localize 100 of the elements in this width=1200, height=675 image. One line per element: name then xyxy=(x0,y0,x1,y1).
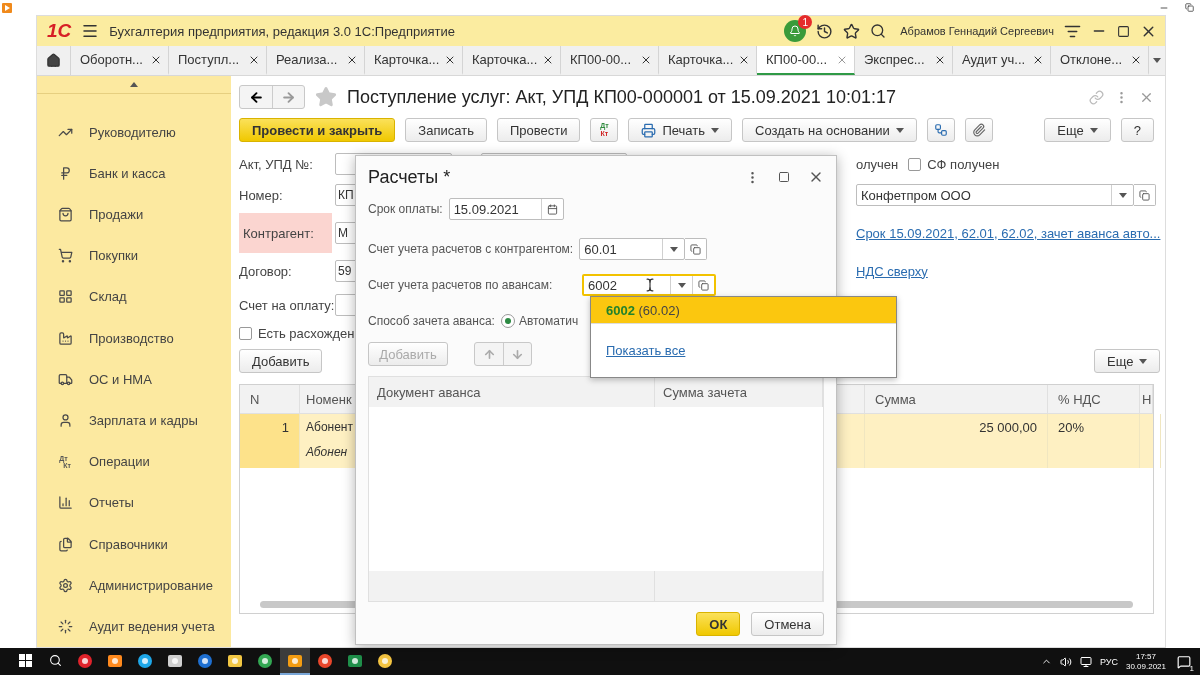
show-all-link[interactable]: Показать все xyxy=(606,343,686,358)
caret-icon xyxy=(1153,58,1161,63)
table-cell: 25 000,00 xyxy=(979,420,1037,435)
open-icon xyxy=(698,279,709,291)
maximize-icon[interactable] xyxy=(1117,24,1130,38)
post-close-button[interactable]: Провести и закрыть xyxy=(239,118,396,142)
sidebar-item[interactable]: Производство xyxy=(37,317,231,359)
field-label: Счет учета расчетов по авансам: xyxy=(368,278,554,292)
grid-icon xyxy=(57,289,73,305)
sidebar-item[interactable]: Покупки xyxy=(37,235,231,277)
vat-link[interactable]: НДС сверху xyxy=(856,263,928,279)
app-icon xyxy=(347,652,363,669)
arrow-up-icon xyxy=(482,347,496,361)
tab[interactable]: Аудит уч... xyxy=(953,46,1051,75)
bag-icon xyxy=(57,207,73,223)
arrow-down-icon xyxy=(511,347,524,361)
settings-icon xyxy=(57,577,73,593)
speaker-icon[interactable] xyxy=(1059,655,1072,668)
table-cell: Абонен xyxy=(306,445,348,459)
structure-button[interactable] xyxy=(926,118,955,142)
app-icon xyxy=(107,652,123,669)
caret-icon xyxy=(1089,127,1098,133)
suggestion-item[interactable]: 6002 (60.02) xyxy=(591,297,896,324)
tab[interactable]: Оборотн... xyxy=(71,46,169,75)
toolbar-button[interactable]: Провести xyxy=(496,118,581,142)
more-button[interactable]: Еще xyxy=(1094,349,1161,373)
clock[interactable]: 17:57 30.09.2021 xyxy=(1125,651,1166,672)
sidebar-item[interactable]: Администрирование xyxy=(37,564,231,606)
advance-account-field[interactable]: 6002 xyxy=(582,274,716,296)
tab[interactable]: КП00-00... xyxy=(757,46,855,75)
search-icon[interactable] xyxy=(870,23,887,39)
star-icon[interactable] xyxy=(843,22,861,40)
action-center-button[interactable]: 1 xyxy=(1174,654,1194,669)
taskbar-app[interactable] xyxy=(280,648,310,675)
truck-icon xyxy=(57,371,73,387)
tab[interactable]: Отклоне... xyxy=(1051,46,1149,75)
account-field[interactable]: 60.01 xyxy=(579,238,686,260)
field-label: Счет учета расчетов с контрагентом: xyxy=(368,242,574,256)
arrow-right-icon xyxy=(281,89,296,105)
caret-icon xyxy=(669,246,678,252)
cancel-button[interactable]: Отмена xyxy=(751,612,824,636)
app-icon xyxy=(137,652,153,669)
tab[interactable]: Экспрес... xyxy=(855,46,953,75)
logo: 1С xyxy=(47,20,72,42)
app-icon xyxy=(77,652,93,669)
tab[interactable]: Карточка... xyxy=(463,46,561,75)
app-icon xyxy=(257,652,273,669)
paperclip-icon xyxy=(971,123,986,137)
open-button[interactable] xyxy=(685,238,708,260)
date-field[interactable]: 15.09.2021 xyxy=(448,198,564,220)
discrepancy-checkbox[interactable]: Есть расхожден xyxy=(239,325,355,341)
menu-button[interactable]: Создать на основании xyxy=(742,118,917,142)
ok-button[interactable]: ОК xyxy=(696,612,741,636)
toolbar-button[interactable]: Записать xyxy=(405,118,487,142)
field-label: Акт, УПД №: xyxy=(239,155,314,174)
menu-button[interactable]: Еще xyxy=(1044,118,1111,142)
tab[interactable]: Поступл... xyxy=(169,46,267,75)
sidebar-item[interactable]: ОС и НМА xyxy=(37,358,231,400)
sidebar-item[interactable]: Склад xyxy=(37,276,231,318)
factory-icon xyxy=(57,330,73,346)
attach-button[interactable] xyxy=(964,118,993,142)
sidebar-item[interactable]: Справочники xyxy=(37,523,231,565)
structure-icon xyxy=(933,123,948,137)
app-icon xyxy=(197,652,213,669)
tab[interactable]: Карточка... xyxy=(365,46,463,75)
toolbar-button[interactable]: ? xyxy=(1120,118,1154,142)
history-icon[interactable] xyxy=(816,22,834,40)
open-icon xyxy=(1139,189,1150,201)
field-label: Счет на оплату: xyxy=(239,296,335,315)
payment-link[interactable]: Срок 15.09.2021, 62.01, 62.02, зачет аванса авто... xyxy=(856,225,1161,241)
maximize-icon[interactable] xyxy=(778,171,790,183)
tab[interactable]: Реализа... xyxy=(267,46,365,75)
sidebar-item[interactable]: Аудит ведения учета xyxy=(37,605,231,647)
field-label: Договор: xyxy=(239,262,293,281)
print-button[interactable]: Печать xyxy=(628,118,732,142)
restore-icon[interactable] xyxy=(1185,3,1194,12)
radio-button[interactable] xyxy=(500,314,515,328)
field-label: Контрагент: xyxy=(239,213,332,253)
organization-field[interactable]: Конфетпром ООО xyxy=(856,184,1134,206)
notifications-button[interactable] xyxy=(784,20,807,42)
sidebar-item[interactable]: Банк и касса xyxy=(37,152,231,194)
app-icon xyxy=(227,652,243,669)
caret-icon xyxy=(895,127,904,133)
sidebar-item[interactable]: Руководителю xyxy=(37,111,231,153)
sidebar-item[interactable]: Продажи xyxy=(37,193,231,236)
user-name[interactable]: Абрамов Геннадий Сергеевич xyxy=(900,25,1054,37)
caret-icon xyxy=(711,127,719,133)
app-icon xyxy=(317,652,333,669)
table-cell: Абонент xyxy=(306,420,353,434)
add-button[interactable]: Добавить xyxy=(239,349,323,373)
documents-icon xyxy=(57,536,73,552)
language-indicator[interactable]: РУС xyxy=(1099,656,1118,667)
network-icon[interactable] xyxy=(1079,655,1092,668)
field-label: Способ зачета аванса: xyxy=(368,314,495,328)
sidebar-item[interactable]: Отчеты xyxy=(37,482,231,524)
sf-received-checkbox[interactable]: СФ получен xyxy=(908,156,1000,172)
tab[interactable]: КП00-00... xyxy=(561,46,659,75)
sidebar-item[interactable]: Зарплата и кадры xyxy=(37,399,231,442)
open-button[interactable] xyxy=(1134,184,1156,206)
menu-icon[interactable] xyxy=(81,22,100,40)
